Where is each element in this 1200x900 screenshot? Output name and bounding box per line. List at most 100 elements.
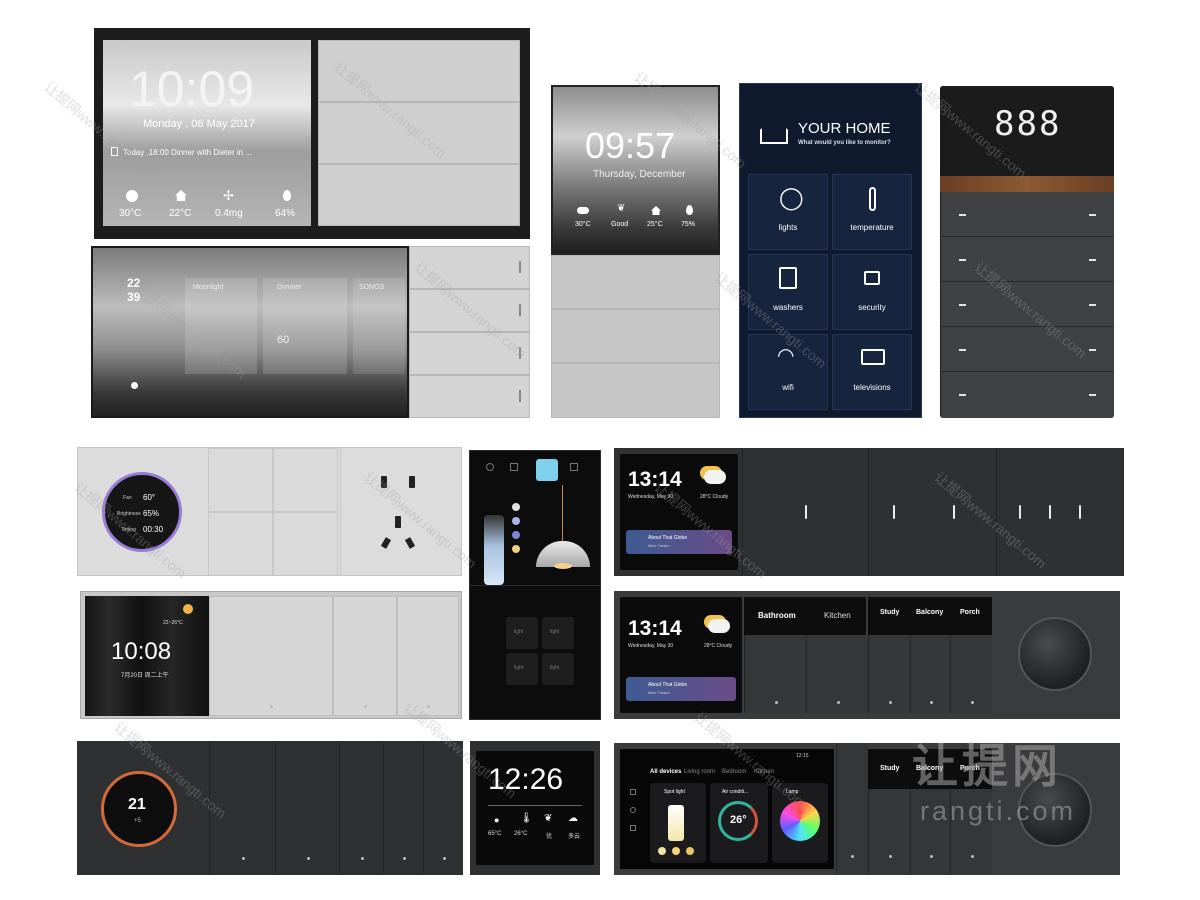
socket-pin [395,516,401,528]
panel-l-key-3[interactable] [339,741,383,875]
panel-c-key-2[interactable] [551,309,720,363]
tile-televisions[interactable]: televisions [832,334,912,410]
stat-value: 30°C [119,208,142,219]
light-key[interactable]: light [542,617,574,649]
panel-i-temp: 22~26°C [163,620,183,626]
color-swatch[interactable] [686,847,694,855]
thermostat-dial[interactable]: 21 +5 [101,771,177,847]
cloud-icon [577,207,589,214]
panel-h-key-1[interactable] [742,448,868,576]
color-swatch[interactable] [672,847,680,855]
panel-l-key-4[interactable] [383,741,423,875]
light-key[interactable]: light [506,653,538,685]
panel-k-date: Wednesday, May 30 [628,643,674,649]
color-swatch[interactable] [512,517,520,525]
stat-value: 75% [681,221,696,228]
stat-value: 优 [546,834,553,840]
sidebar-icon[interactable] [630,807,636,813]
light-key[interactable]: light [542,653,574,685]
active-mode-button[interactable] [536,459,558,481]
tab-label: Dimmer [277,284,302,291]
panel-l-key-2[interactable] [275,741,339,875]
thermostat-sub: +5 [134,818,141,824]
panel-k-key-4[interactable] [910,635,950,713]
panel-a-key-3[interactable] [318,164,520,226]
device-card-spot[interactable]: Spot light [650,783,706,863]
temp-dial[interactable]: 26° [718,801,758,841]
panel-h-key-3[interactable] [996,448,1124,576]
mode-icon[interactable] [486,463,494,471]
leaf-icon: ❦ [617,203,626,214]
panel-e-key-1[interactable] [940,192,1114,237]
panel-f-key-1[interactable] [208,448,273,512]
mode-icon[interactable] [510,463,518,471]
stat-value: 26°C [514,831,528,837]
stat-value: 0.4mg [215,208,243,219]
panel-i-key-3[interactable] [397,596,459,716]
panel-l-key-5[interactable] [423,741,463,875]
panel-i-key-1[interactable] [209,596,333,716]
panel-e-key-2[interactable] [940,237,1114,282]
panel-c-date: Thursday, December [593,169,686,180]
panel-c-time: 09:57 [585,125,676,166]
color-swatch[interactable] [512,503,520,511]
brightness-slider[interactable] [484,515,504,585]
label-balcony: Balcony [916,609,944,616]
color-swatch[interactable] [512,531,520,539]
mode-icon[interactable] [570,463,578,471]
song-artist: Mike Trasko [648,543,670,548]
cloud-sun-icon [708,619,730,633]
panel-i-date: 7月20日 周二上午 [121,673,169,679]
panel-n-key-1[interactable] [836,743,868,875]
thermostat-temp: 21 [128,796,146,813]
color-swatch[interactable] [658,847,666,855]
sidebar-icon[interactable] [630,825,636,831]
panel-f-key-2[interactable] [273,448,338,512]
panel-b-key-4[interactable] [409,375,530,418]
panel-f-key-4[interactable] [273,512,338,575]
panel-m-divider [488,805,582,806]
panel-b-display-switch: 22 39 Moonlight Dimmer 60 SONOS [91,246,530,418]
tile-temperature[interactable]: temperature [832,174,912,250]
panel-k-knob[interactable] [1018,617,1092,691]
card-title: Air conditi... [722,789,749,795]
panel-n-screen: 12:15 All devices Living room Bedroom Ki… [620,749,834,869]
lock-icon [864,271,880,285]
panel-f-key-3[interactable] [208,512,273,575]
home-icon [175,190,187,201]
panel-c-key-1[interactable] [551,255,720,309]
tile-lights[interactable]: ◯ lights [748,174,828,250]
sun-icon [183,604,193,614]
panel-d-title: YOUR HOME [798,120,891,137]
panel-k-key-1[interactable] [744,635,806,713]
light-slider[interactable] [668,805,684,841]
light-key[interactable]: light [506,617,538,649]
tile-security[interactable]: security [832,254,912,330]
sidebar-icon[interactable] [630,789,636,795]
panel-e-digits: 888 [994,104,1062,144]
panel-c-key-3[interactable] [551,363,720,418]
tile-label: lights [778,223,798,232]
label-study: Study [880,765,900,772]
key-label: light [514,629,524,635]
device-card-air[interactable]: Air conditi... 26° [710,783,768,863]
bulb-icon: ◯ [779,185,804,210]
panel-b-card-2[interactable]: Dimmer 60 [263,278,347,374]
panel-k-key-2[interactable] [806,635,868,713]
panel-e-key-5[interactable] [940,372,1114,418]
tab-living-room[interactable]: Living room [684,769,715,775]
panel-k-screen: 13:14 Wednesday, May 30 28°C Cloudy Abou… [620,597,742,713]
panel-k-key-5[interactable] [950,635,992,713]
tab-bedroom[interactable]: Bedroom [722,769,746,775]
music-card[interactable]: About That Globe Mike Trasko [626,677,736,701]
panel-i-key-2[interactable] [333,596,397,716]
tab-all-devices[interactable]: All devices [650,769,681,775]
stat-value: 65°C [488,831,502,837]
watermark-logo-en: rangti.com [920,796,1077,826]
panel-n-key-2[interactable] [868,789,910,875]
panel-a-screen: 10:09 Monday , 06 May 2017 Today ,18:00 … [103,40,311,226]
color-swatch[interactable] [512,545,520,553]
panel-k-key-3[interactable] [868,635,910,713]
panel-a-stats: 30°C 22°C ✢ 0.4mg 64% [111,188,307,222]
panel-b-card-3[interactable]: SONOS [353,278,405,374]
